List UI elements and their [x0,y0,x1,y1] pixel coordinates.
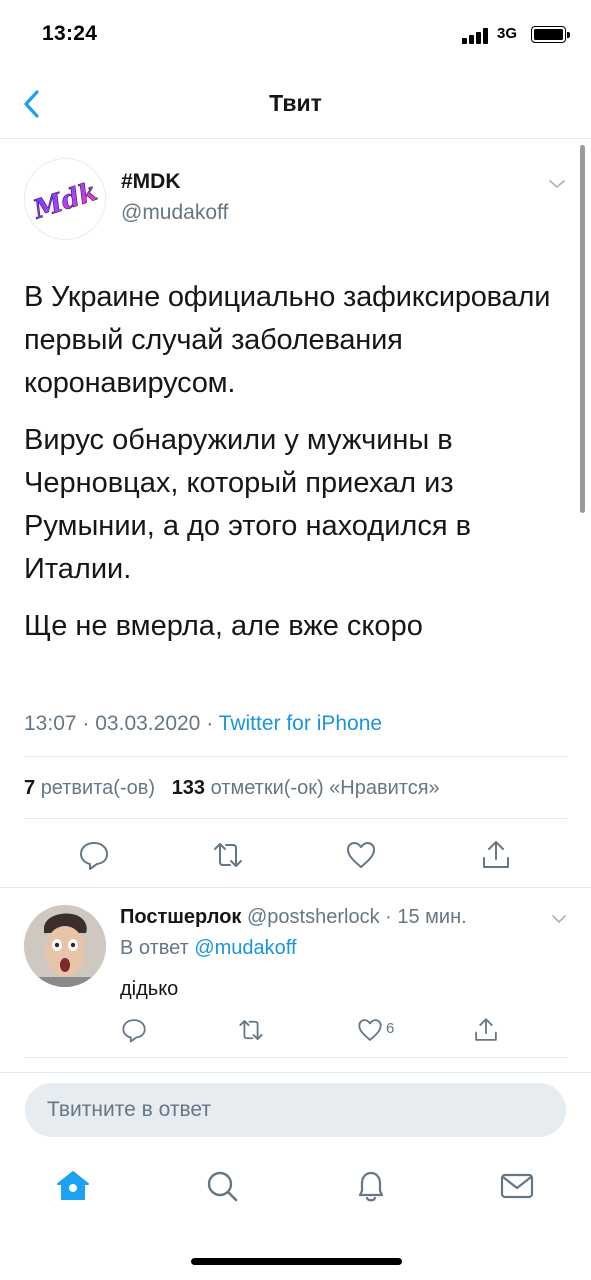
meta-separator: · [385,906,392,928]
scrollbar[interactable] [580,145,585,513]
share-icon [475,1018,497,1041]
retweet-icon [214,843,242,867]
tweet-stats: 7 ретвита(-ов) 133 отметки(-ок) «Нравитс… [24,777,440,800]
status-bar: 13:24 3G [0,0,591,70]
tab-bar [0,1152,591,1222]
mdk-logo: Mdk [29,176,102,226]
divider [24,1057,567,1058]
likes-count: 133 [171,777,206,799]
reply-time: 15 мин. [397,906,467,928]
retweets-count: 7 [24,777,36,799]
tab-home[interactable] [53,1166,93,1206]
retweets-stat[interactable]: 7 ретвита(-ов) [24,777,155,799]
home-indicator[interactable] [191,1258,402,1265]
reply-menu-button[interactable] [550,910,568,928]
tweet-action-bar [0,838,591,872]
reply-share-button[interactable] [472,1016,500,1044]
retweet-icon [239,1020,263,1040]
reply-author-name[interactable]: Постшерлок [120,906,241,928]
reply-button[interactable] [77,838,111,872]
reply-avatar[interactable] [24,905,106,987]
reply-context: В ответ @mudakoff [120,937,297,960]
home-icon [57,1171,89,1200]
share-icon [483,841,509,868]
tweet-time: 13:07 [24,712,77,735]
meta-separator: · [82,712,90,735]
avatar[interactable]: Mdk [24,158,106,240]
chevron-down-icon [552,915,566,923]
author-name[interactable]: #MDK [121,170,181,194]
tab-messages[interactable] [497,1166,537,1206]
tweet-meta: 13:07 · 03.03.2020 · Twitter for iPhone [24,712,382,736]
reply-icon [122,1019,146,1043]
svg-text:Mdk: Mdk [29,177,101,226]
reply-reply-button[interactable] [120,1016,148,1044]
reply-retweet-button[interactable] [237,1016,265,1044]
reply-compose-input[interactable] [25,1083,566,1137]
chevron-down-icon [549,180,565,188]
reply-action-bar [0,1016,591,1044]
tab-search[interactable] [202,1166,242,1206]
meta-separator: · [206,712,214,735]
tweet-paragraph: Вирус обнаружили у мужчины в Черновцах, … [24,424,472,585]
reply-text: дідько [120,978,179,1000]
share-button[interactable] [479,838,513,872]
tweet-source-link[interactable]: Twitter for iPhone [219,712,382,735]
tweet-date: 03.03.2020 [95,712,201,735]
divider [24,756,567,757]
retweet-button[interactable] [211,838,245,872]
like-icon [358,1019,382,1041]
page-title: Твит [269,90,322,116]
reply-to-mention[interactable]: @mudakoff [194,937,296,959]
divider [0,887,591,888]
tab-notifications[interactable] [351,1166,391,1206]
network-type: 3G [497,25,518,42]
like-icon [347,842,375,868]
tweet-text: В Украине официально зафиксировали первы… [24,276,564,662]
battery-icon [531,26,570,43]
retweets-label: ретвита(-ов) [40,777,156,799]
reply-author-handle[interactable]: @postsherlock [247,906,380,928]
likes-stat[interactable]: 133 отметки(-ок) «Нравится» [172,777,440,799]
search-icon [207,1171,238,1202]
signal-icon [462,28,492,44]
divider [24,818,567,819]
messages-icon [500,1173,534,1199]
likes-label: отметки(-ок) «Нравится» [210,777,440,799]
reply-icon [80,842,108,870]
like-button[interactable] [344,838,378,872]
reply-to-label: В ответ [120,937,189,959]
status-time: 13:24 [42,22,98,45]
reply-header: Постшерлок @postsherlock · 15 мин. [120,906,467,929]
reply-like-button[interactable] [356,1016,384,1044]
reply-avatar-image [24,905,106,987]
tweet-menu-button[interactable] [547,174,567,194]
tweet-paragraph: В Украине официально зафиксировали первы… [24,281,551,399]
notifications-icon [358,1171,384,1202]
reply-like-count: 6 [386,1020,395,1037]
tweet-paragraph: Ще не вмерла, але вже скоро [24,610,423,642]
author-handle[interactable]: @mudakoff [121,201,228,225]
nav-bar: Твит [0,70,591,139]
